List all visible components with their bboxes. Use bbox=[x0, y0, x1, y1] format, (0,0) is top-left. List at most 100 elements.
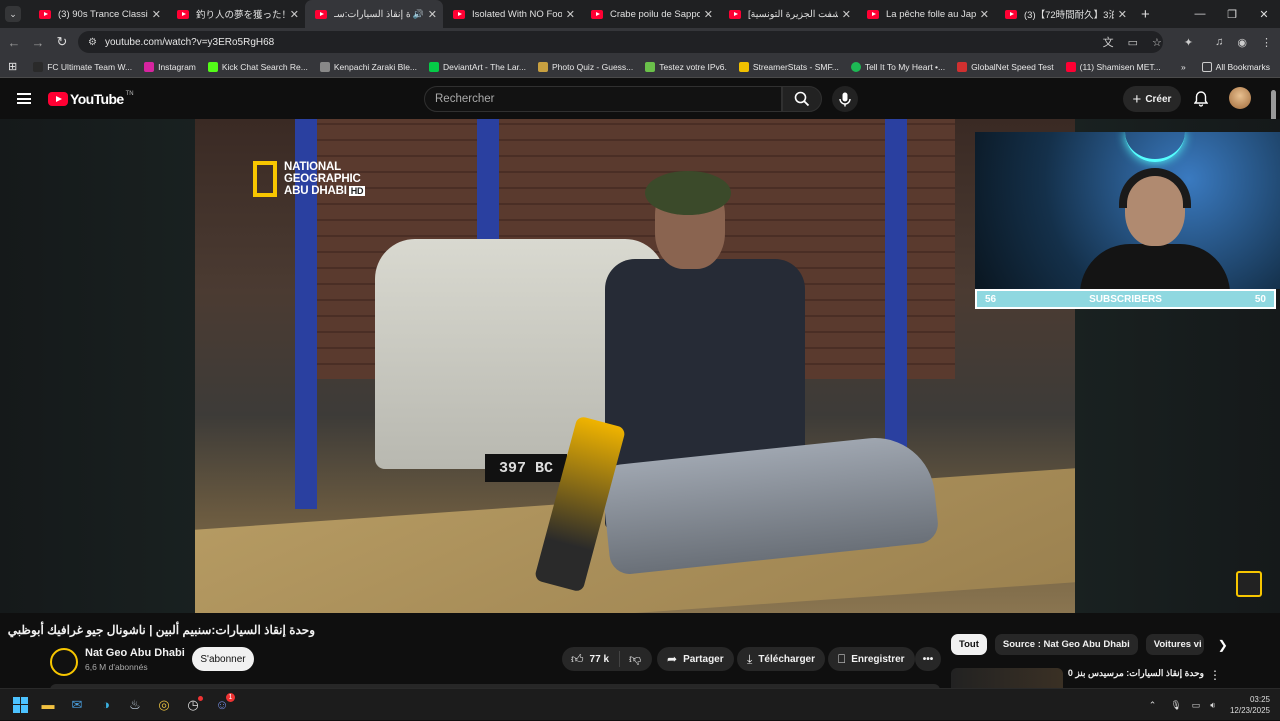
reload-icon[interactable]: ↻ bbox=[50, 34, 74, 50]
steam-icon[interactable]: ♨ bbox=[125, 696, 145, 714]
kick-icon bbox=[207, 61, 218, 72]
windows-start-icon[interactable] bbox=[13, 696, 29, 713]
all-bookmarks-folder[interactable]: All Bookmarks bbox=[1201, 61, 1270, 72]
more-vertical-icon[interactable]: ⋮ bbox=[1209, 668, 1221, 682]
forward-icon[interactable]: → bbox=[26, 35, 50, 50]
download-button[interactable]: ⤓ Télécharger bbox=[737, 647, 826, 671]
translate-icon[interactable]: 文 bbox=[1103, 34, 1114, 50]
subscribe-button[interactable]: S'abonner bbox=[192, 647, 254, 671]
clock-date: 12/23/2025 bbox=[1229, 706, 1270, 715]
back-icon[interactable]: ← bbox=[2, 35, 26, 50]
speaker-icon[interactable]: 🔊 bbox=[413, 9, 424, 20]
menu-icon[interactable]: ⋮ bbox=[1261, 36, 1272, 49]
chip-all[interactable]: Tout bbox=[951, 634, 987, 655]
browser-tab[interactable]: (3) 90s Trance Classics Mi ✕ bbox=[29, 0, 167, 28]
close-tab-icon[interactable]: ✕ bbox=[704, 8, 713, 21]
file-explorer-icon[interactable]: ▬ bbox=[38, 696, 58, 714]
volume-icon[interactable]: 🔉︎ bbox=[1210, 700, 1216, 711]
edge-icon[interactable]: ◑ bbox=[96, 696, 116, 714]
extensions-icon[interactable]: ✦ bbox=[1184, 36, 1193, 49]
clock-app-icon[interactable]: ◷ bbox=[183, 695, 203, 714]
youtube-logo[interactable]: YouTube TN bbox=[48, 91, 134, 107]
voice-search-button[interactable] bbox=[832, 86, 858, 112]
bookmark-label: DeviantArt - The Lar... bbox=[443, 61, 527, 72]
mail-icon[interactable]: ✉ bbox=[67, 696, 87, 714]
bookmark-item[interactable]: DeviantArt - The Lar... bbox=[429, 61, 527, 72]
chevron-right-icon[interactable]: ❯ bbox=[1218, 638, 1228, 652]
like-button[interactable]: 👍︎ 77 k bbox=[562, 651, 620, 667]
bookmark-item[interactable]: Tell It To My Heart •... bbox=[850, 61, 945, 72]
close-tab-icon[interactable]: ✕ bbox=[1118, 8, 1127, 21]
bookmarks-overflow-icon[interactable]: » bbox=[1181, 62, 1186, 72]
tray-overflow-icon[interactable]: ⌃ bbox=[1149, 700, 1157, 711]
youtube-favicon-icon bbox=[453, 9, 465, 19]
thumbs-up-icon: 👍︎ bbox=[571, 651, 584, 666]
create-button[interactable]: + Créer bbox=[1123, 86, 1181, 112]
save-label: Enregistrer bbox=[851, 653, 905, 665]
chip-source[interactable]: Source : Nat Geo Abu Dhabi bbox=[994, 634, 1138, 655]
youtube-favicon-icon bbox=[177, 9, 189, 19]
close-tab-icon[interactable]: ✕ bbox=[290, 8, 299, 21]
more-actions-button[interactable]: ••• bbox=[915, 647, 941, 671]
bookmark-item[interactable]: (11) Shamisen MET... bbox=[1065, 61, 1161, 72]
bookmark-item[interactable]: Kick Chat Search Re... bbox=[207, 61, 308, 72]
close-tab-icon[interactable]: ✕ bbox=[980, 8, 989, 21]
new-tab-button[interactable]: + bbox=[1141, 6, 1150, 23]
close-tab-icon[interactable]: ✕ bbox=[428, 8, 437, 21]
search-input[interactable]: Rechercher bbox=[424, 86, 782, 112]
channel-name[interactable]: Nat Geo Abu Dhabi bbox=[85, 647, 185, 659]
tab-title: (3)【72時間耐久】3泊4日 bbox=[1024, 10, 1114, 21]
network-icon[interactable]: ▭ bbox=[1192, 700, 1201, 711]
close-tab-icon[interactable]: ✕ bbox=[842, 8, 851, 21]
url-bar[interactable]: ⚙ youtube.com/watch?v=y3ERo5RgH68 bbox=[78, 31, 1163, 53]
browser-tab[interactable]: (3)【72時間耐久】3泊4日 ✕ bbox=[995, 0, 1133, 28]
browser-tab[interactable]: 釣り人の夢を獲った！堤防泊 ✕ bbox=[167, 0, 305, 28]
bookmark-item[interactable]: Testez votre IPv6. bbox=[645, 61, 727, 72]
profile-avatar-icon[interactable]: ◉ bbox=[1237, 36, 1247, 49]
youtube-header: YouTube TN Rechercher + Créer bbox=[0, 78, 1280, 120]
bookmark-item[interactable]: GlobalNet Speed Test bbox=[957, 61, 1054, 72]
bookmark-item[interactable]: Photo Quiz - Guess... bbox=[538, 61, 633, 72]
bookmark-star-icon[interactable]: ☆ bbox=[1152, 36, 1162, 49]
media-control-icon[interactable]: ♫ bbox=[1215, 36, 1223, 48]
minimize-icon[interactable]: — bbox=[1184, 0, 1216, 28]
notifications-button[interactable] bbox=[1190, 88, 1212, 110]
system-clock[interactable]: 03:25 12/23/2025 bbox=[1230, 694, 1270, 716]
bookmark-item[interactable]: Instagram bbox=[144, 61, 196, 72]
save-button[interactable]: ⎕ Enregistrer bbox=[828, 647, 915, 671]
close-tab-icon[interactable]: ✕ bbox=[152, 8, 161, 21]
chrome-icon[interactable]: ◎ bbox=[154, 696, 174, 714]
restore-icon[interactable]: ❐ bbox=[1216, 0, 1248, 28]
browser-tab[interactable]: La pêche folle au Japon - ✕ bbox=[857, 0, 995, 28]
apps-grid-icon[interactable]: ⊞ bbox=[8, 60, 17, 73]
share-button[interactable]: ➦ Partager bbox=[657, 647, 734, 671]
channel-watermark-icon[interactable] bbox=[1236, 571, 1262, 597]
hamburger-menu-icon[interactable] bbox=[17, 93, 31, 104]
browser-tab-active[interactable]: وحدة إنقاذ السيارات:سـ🔊 ✕ bbox=[305, 0, 443, 28]
browser-tab[interactable]: Isolated With NO Food Su ✕ bbox=[443, 0, 581, 28]
site-info-icon[interactable]: ⚙ bbox=[88, 37, 97, 48]
chip-cars[interactable]: Voitures vi bbox=[1145, 634, 1204, 655]
channel-avatar[interactable] bbox=[50, 648, 78, 676]
browser-tab[interactable]: Crabe poilu de Sapporo 1 ✕ bbox=[581, 0, 719, 28]
close-window-icon[interactable]: ✕ bbox=[1248, 0, 1280, 28]
dislike-button[interactable]: 👎︎ bbox=[620, 652, 647, 667]
recommended-video-thumbnail[interactable] bbox=[951, 668, 1063, 688]
bookmark-item[interactable]: StreamerStats - SMF... bbox=[738, 61, 839, 72]
goal-target: 50 bbox=[1254, 293, 1266, 305]
natgeo-wordmark: NATIONAL GEOGRAPHIC ABU DHABI HD bbox=[284, 161, 366, 197]
brand-line: ABU DHABI bbox=[284, 185, 347, 197]
account-avatar[interactable] bbox=[1229, 87, 1251, 109]
logo-country-code: TN bbox=[125, 91, 134, 97]
search-button[interactable] bbox=[782, 86, 822, 112]
bookmark-item[interactable]: Kenpachi Zaraki Ble... bbox=[319, 61, 417, 72]
tab-search-button[interactable]: ⌄ bbox=[5, 6, 21, 22]
discord-icon[interactable]: ☺ 1 bbox=[212, 692, 235, 714]
microphone-tray-icon[interactable]: 🎙︎ bbox=[1170, 700, 1181, 711]
browser-tab[interactable]: [كشفت الجزيرة التونسية ... ✕ bbox=[719, 0, 857, 28]
close-tab-icon[interactable]: ✕ bbox=[566, 8, 575, 21]
video-frame[interactable]: 397 BC NATIONAL GEOGRAPHIC ABU DHABI HD bbox=[195, 119, 1075, 613]
cast-icon[interactable]: ▭ bbox=[1128, 36, 1138, 49]
recommended-video-title[interactable]: وحدة إنقاذ السيارات: مرسيدس بنز 230 إس bbox=[1068, 668, 1204, 679]
bookmark-item[interactable]: FC Ultimate Team W... bbox=[33, 61, 132, 72]
